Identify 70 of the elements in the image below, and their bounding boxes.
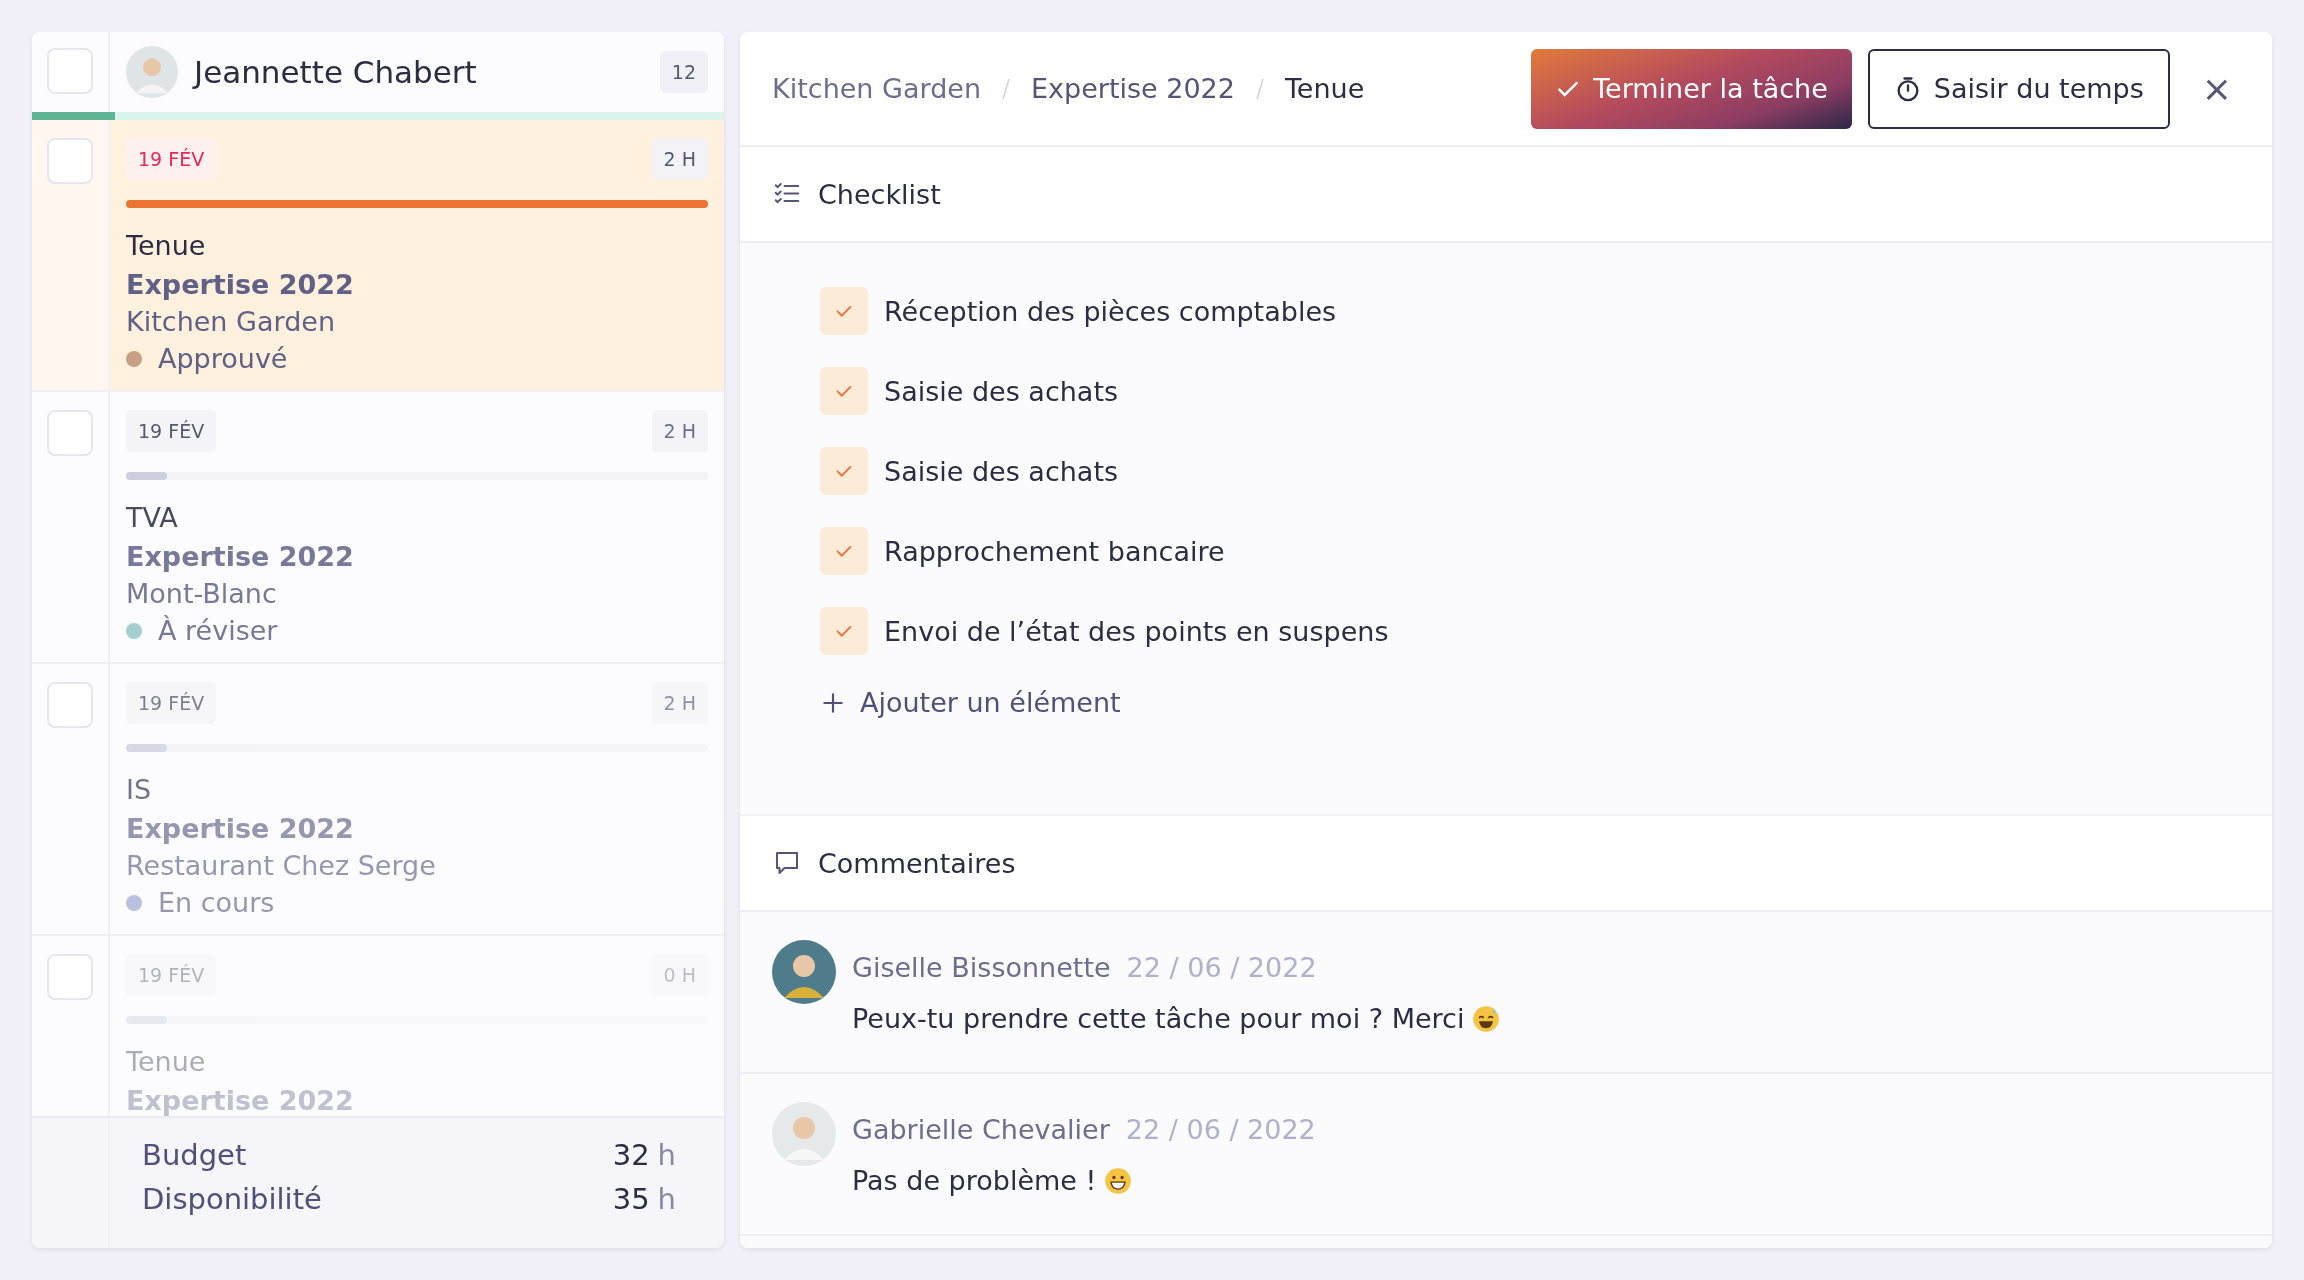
unit-label: h [657, 1182, 676, 1216]
add-item-button[interactable]: Ajouter un élément [820, 687, 2240, 718]
breadcrumb-item[interactable]: Expertise 2022 [1031, 73, 1235, 104]
unit-label: h [657, 1138, 676, 1172]
checkbox[interactable] [820, 287, 868, 335]
comment-date: 22 / 06 / 2022 [1125, 1114, 1316, 1145]
comment-text: Peux-tu prendre cette tâche pour moi ? Merci [852, 1003, 1465, 1034]
project-name: Expertise 2022 [126, 813, 355, 844]
user-name: Jeannette Chabert [194, 54, 478, 90]
checklist-item: Réception des pièces comptables [884, 295, 1337, 327]
checklist-item: Saisie des achats [884, 455, 1119, 487]
hours-badge: 2 H [651, 410, 708, 452]
comment-author: Giselle Bissonnette [852, 952, 1111, 983]
date-badge: 19 FÉV [126, 138, 217, 180]
status-label: À réviser [158, 615, 278, 646]
breadcrumb-separator [1254, 76, 1265, 101]
breadcrumb-separator [1001, 76, 1011, 101]
task-card[interactable]: 19 FÉV 2 H TVA Expertise 2022 Mont-Blanc À réviser [32, 392, 724, 664]
avatar [772, 940, 836, 1004]
date-badge: 19 FÉV [126, 682, 217, 724]
summary-value: 32 [612, 1138, 650, 1172]
checkbox[interactable] [820, 367, 868, 415]
checkbox[interactable] [47, 410, 93, 456]
comment-author: Gabrielle Chevalier [852, 1114, 1110, 1145]
complete-task-button[interactable]: Terminer la tâche [1531, 48, 1852, 129]
status-label: Approuvé [158, 343, 288, 374]
task-card[interactable]: 19 FÉV 2 H IS Expertise 2022 Restaurant Chez Serge En cours [32, 664, 724, 936]
comment-date: 22 / 06 / 2022 [1126, 952, 1317, 983]
task-title: TVA [126, 502, 179, 533]
task-title: Tenue [126, 1046, 207, 1077]
checkbox[interactable] [47, 954, 93, 1000]
hours-badge: 0 H [651, 954, 708, 996]
client-name: Restaurant Chez Serge [126, 850, 437, 881]
status-label: En cours [158, 887, 275, 918]
checkbox[interactable] [820, 607, 868, 655]
client-name: Mont-Blanc [126, 578, 278, 609]
checklist-item: Rapprochement bancaire [884, 535, 1225, 567]
task-card[interactable]: 19 FÉV 2 H Tenue Expertise 2022 Kitchen Garden Approuvé [32, 120, 724, 392]
hours-badge: 2 H [651, 682, 708, 724]
count-badge: 12 [659, 51, 708, 93]
checkbox[interactable] [47, 138, 93, 184]
client-name: Kitchen Garden [126, 306, 336, 337]
checkbox[interactable] [47, 48, 93, 94]
hours-badge: 2 H [651, 138, 708, 180]
date-badge: 19 FÉV [126, 410, 217, 452]
checkbox[interactable] [47, 682, 93, 728]
summary-value: 35 [612, 1182, 650, 1216]
close-button[interactable]: × [2193, 68, 2240, 109]
checklist-item: Saisie des achats [884, 375, 1119, 407]
avatar [126, 46, 178, 98]
project-name: Expertise 2022 [126, 269, 355, 300]
summary-label: Disponibilité [142, 1182, 322, 1216]
breadcrumb-item[interactable]: Kitchen Garden [772, 73, 981, 104]
section-title: Checklist [818, 178, 941, 210]
task-title: Tenue [126, 230, 207, 261]
project-name: Expertise 2022 [126, 541, 355, 572]
avatar [772, 1102, 836, 1166]
date-badge: 19 FÉV [126, 954, 217, 996]
checkbox[interactable] [820, 447, 868, 495]
section-title: Commentaires [818, 847, 1016, 879]
comment-text: Pas de problème ! [852, 1165, 1097, 1196]
log-time-button[interactable]: Saisir du temps [1867, 48, 2170, 129]
smiley-icon [1472, 1004, 1501, 1033]
project-name: Expertise 2022 [126, 1085, 355, 1116]
checklist-item: Envoi de l’état des points en suspens [884, 615, 1389, 647]
checkbox[interactable] [820, 527, 868, 575]
summary-label: Budget [142, 1138, 247, 1172]
breadcrumb-item: Tenue [1284, 73, 1365, 104]
task-title: IS [126, 774, 153, 805]
smiley-icon [1104, 1166, 1133, 1195]
